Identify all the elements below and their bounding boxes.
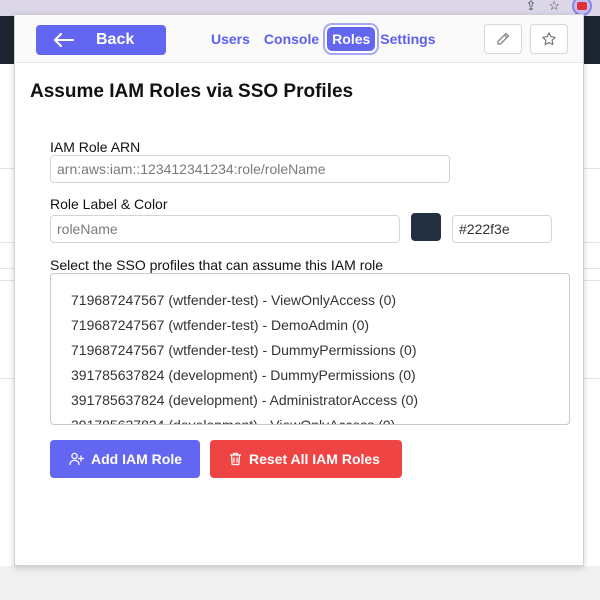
role-name-input[interactable] xyxy=(50,215,400,243)
page-title: Assume IAM Roles via SSO Profiles xyxy=(30,81,354,102)
role-label: Role Label & Color xyxy=(50,196,168,212)
add-iam-role-label: Add IAM Role xyxy=(91,451,182,467)
share-icon[interactable]: ⇪ xyxy=(525,0,536,14)
nav-links: Users Console Roles Settings xyxy=(211,27,436,51)
top-nav: Back Users Console Roles Settings xyxy=(15,15,583,63)
add-user-icon xyxy=(69,452,84,466)
star-icon xyxy=(542,32,556,46)
list-item[interactable]: 391785637824 (development) - DummyPermis… xyxy=(71,367,416,383)
add-iam-role-button[interactable]: Add IAM Role xyxy=(50,440,200,478)
edit-button[interactable] xyxy=(484,24,522,54)
nav-link-settings[interactable]: Settings xyxy=(380,27,435,51)
extension-popup: Back Users Console Roles Settings Assume… xyxy=(14,14,584,566)
nav-link-roles[interactable]: Roles xyxy=(327,27,376,51)
list-item[interactable]: 719687247567 (wtfender-test) - ViewOnlyA… xyxy=(71,292,396,308)
arrow-left-icon xyxy=(54,33,74,47)
favorite-button[interactable] xyxy=(530,24,568,54)
nav-link-console[interactable]: Console xyxy=(264,27,319,51)
list-item[interactable]: 719687247567 (wtfender-test) - DummyPerm… xyxy=(71,342,416,358)
trash-icon xyxy=(230,452,241,466)
reset-iam-roles-label: Reset All IAM Roles xyxy=(249,451,380,467)
bookmark-star-icon[interactable]: ☆ xyxy=(548,0,560,14)
color-picker[interactable] xyxy=(411,213,441,241)
arn-label: IAM Role ARN xyxy=(50,139,141,155)
color-hex-input[interactable] xyxy=(452,215,552,243)
list-item[interactable]: 719687247567 (wtfender-test) - DemoAdmin… xyxy=(71,317,369,333)
back-label: Back xyxy=(96,31,135,48)
pencil-icon xyxy=(497,32,510,45)
background-page-footer xyxy=(0,566,600,600)
list-item[interactable]: 391785637824 (development) - Administrat… xyxy=(71,392,418,408)
list-item[interactable]: 391785637824 (development) - ViewOnlyAcc… xyxy=(71,417,395,424)
back-button[interactable]: Back xyxy=(36,25,166,55)
profiles-list[interactable]: 719687247567 (wtfender-test) - ViewOnlyA… xyxy=(50,273,570,425)
nav-link-users[interactable]: Users xyxy=(211,27,250,51)
arn-input[interactable] xyxy=(50,155,450,183)
reset-iam-roles-button[interactable]: Reset All IAM Roles xyxy=(210,440,402,478)
profiles-label: Select the SSO profiles that can assume … xyxy=(50,257,384,273)
